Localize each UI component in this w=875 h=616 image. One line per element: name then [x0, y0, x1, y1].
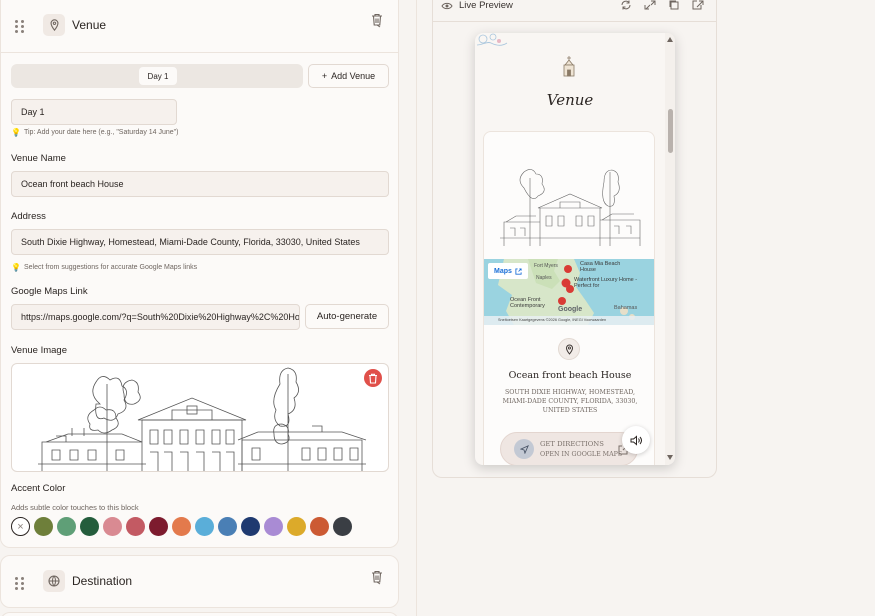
accent-swatch-4[interactable]	[103, 517, 122, 536]
delete-block-icon[interactable]	[370, 12, 384, 28]
map-footer: Sneltoetsen Kaartgegevens ©2026 Google, …	[498, 317, 607, 322]
venue-name-label: Venue Name	[11, 153, 66, 164]
address-input[interactable]: South Dixie Highway, Homestead, Miami-Da…	[11, 229, 389, 255]
preview-title: Live Preview	[459, 0, 513, 11]
copy-icon[interactable]	[668, 0, 680, 10]
drag-handle-icon[interactable]	[15, 20, 25, 33]
accent-swatch-5[interactable]	[126, 517, 145, 536]
accent-swatch-6[interactable]	[149, 517, 168, 536]
preview-header-divider	[432, 21, 717, 22]
venue-block-card: Venue Day 1 + Add Venue Day 1 💡 Tip: Add…	[0, 0, 399, 548]
floral-corner-decoration	[476, 33, 508, 46]
eye-icon	[441, 2, 453, 9]
accent-swatch-none[interactable]: ×	[11, 517, 30, 536]
preview-venue-address: South Dixie Highway, Homestead, Miami-Da…	[502, 389, 638, 414]
scroll-up-icon[interactable]	[667, 37, 673, 42]
delete-block-icon[interactable]	[370, 569, 384, 585]
lightbulb-icon: 💡	[11, 263, 21, 272]
get-directions-button[interactable]: Get directions Open in Google Maps	[500, 432, 638, 465]
accent-swatch-1[interactable]	[34, 517, 53, 536]
preview-scrollbar[interactable]	[665, 33, 675, 465]
directions-subtitle: Open in Google Maps	[540, 451, 623, 458]
accent-swatch-3[interactable]	[80, 517, 99, 536]
open-maps-button[interactable]: Maps	[488, 263, 528, 279]
maps-link-input[interactable]: https://maps.google.com/?q=South%20Dixie…	[11, 304, 300, 330]
drag-handle-icon[interactable]	[15, 577, 25, 590]
date-tip: 💡 Tip: Add your date here (e.g., "Saturd…	[11, 128, 179, 137]
map-label-ocean-front: Ocean Front Contemporary	[510, 297, 545, 309]
plus-icon: +	[321, 71, 328, 81]
accent-swatch-11[interactable]	[264, 517, 283, 536]
address-tip: 💡 Select from suggestions for accurate G…	[11, 263, 197, 272]
open-maps-label: Maps	[494, 267, 512, 275]
accent-swatch-10[interactable]	[241, 517, 260, 536]
preview-section-heading: Venue	[546, 91, 594, 109]
accent-swatch-13[interactable]	[310, 517, 329, 536]
address-tip-text: Select from suggestions for accurate Goo…	[23, 264, 198, 271]
globe-icon	[43, 570, 65, 592]
refresh-icon[interactable]	[620, 0, 632, 10]
preview-venue-name: Ocean front beach House	[508, 370, 632, 381]
date-tip-text: Tip: Add your date here (e.g., "Saturday…	[23, 129, 179, 136]
google-logo: Google	[558, 306, 583, 313]
accent-swatch-8[interactable]	[195, 517, 214, 536]
location-pin-badge	[558, 338, 580, 360]
add-venue-button[interactable]: + Add Venue	[308, 64, 389, 88]
auto-generate-button[interactable]: Auto-generate	[305, 304, 389, 329]
map-label-casa-mia: Casa Mia Beach House	[580, 261, 621, 273]
next-block-card	[0, 612, 399, 616]
date-input[interactable]: Day 1	[11, 99, 177, 125]
chapel-icon	[563, 56, 575, 77]
sound-toggle-button[interactable]	[622, 426, 650, 454]
scrollbar-thumb[interactable]	[668, 109, 673, 153]
map-label-naples: Naples	[536, 275, 552, 281]
venue-block-title: Venue	[72, 18, 107, 32]
venue-sketch-image	[500, 169, 641, 246]
location-pin-icon	[43, 14, 65, 36]
panel-separator	[416, 0, 417, 616]
no-color-icon: ×	[17, 520, 24, 533]
accent-color-swatches: ×	[11, 517, 352, 536]
header-divider	[1, 52, 398, 53]
address-label: Address	[11, 211, 46, 222]
location-pin-icon	[565, 344, 573, 355]
map-label-fort-myers: Fort Myers	[534, 263, 558, 269]
destination-block-title: Destination	[72, 574, 133, 588]
map-label-bahamas: Bahamas	[614, 305, 638, 311]
phone-preview: Venue Maps Casa Mia Beach House Waterfro…	[475, 33, 675, 465]
accent-swatch-12[interactable]	[287, 517, 306, 536]
lightbulb-icon: 💡	[11, 128, 21, 137]
map-label-waterfront: Waterfront Luxury Home - Perfect for	[574, 277, 638, 289]
scroll-down-icon[interactable]	[667, 455, 673, 460]
trash-icon	[369, 373, 377, 384]
delete-image-button[interactable]	[364, 369, 382, 387]
venue-image	[11, 363, 389, 472]
accent-color-label: Accent Color	[11, 483, 66, 494]
accent-swatch-9[interactable]	[218, 517, 237, 536]
directions-title: Get directions	[540, 440, 604, 448]
add-venue-label: Add Venue	[331, 71, 376, 81]
villa-sketch-image	[38, 367, 367, 471]
navigation-icon	[514, 439, 534, 459]
venue-image-label: Venue Image	[11, 345, 67, 356]
venue-name-input[interactable]: Ocean front beach House	[11, 171, 389, 197]
open-external-icon[interactable]	[692, 0, 704, 10]
accent-swatch-2[interactable]	[57, 517, 76, 536]
accent-hint-text: Adds subtle color touches to this block	[11, 503, 139, 512]
external-link-icon	[515, 267, 522, 275]
maps-link-label: Google Maps Link	[11, 286, 88, 297]
venue-block-header: Venue	[1, 8, 398, 44]
preview-header: Live Preview	[441, 0, 513, 11]
map-embed[interactable]: Maps Casa Mia Beach House Waterfront Lux…	[484, 259, 654, 325]
speaker-icon	[630, 434, 642, 446]
venue-preview-card: Maps Casa Mia Beach House Waterfront Lux…	[483, 131, 655, 465]
expand-icon[interactable]	[644, 0, 656, 10]
tab-day-1[interactable]: Day 1	[139, 67, 177, 85]
accent-swatch-14[interactable]	[333, 517, 352, 536]
accent-swatch-7[interactable]	[172, 517, 191, 536]
day-tabs: Day 1	[11, 64, 303, 88]
destination-block-card: Destination	[0, 555, 399, 608]
accent-hint: Adds subtle color touches to this block	[11, 503, 139, 512]
